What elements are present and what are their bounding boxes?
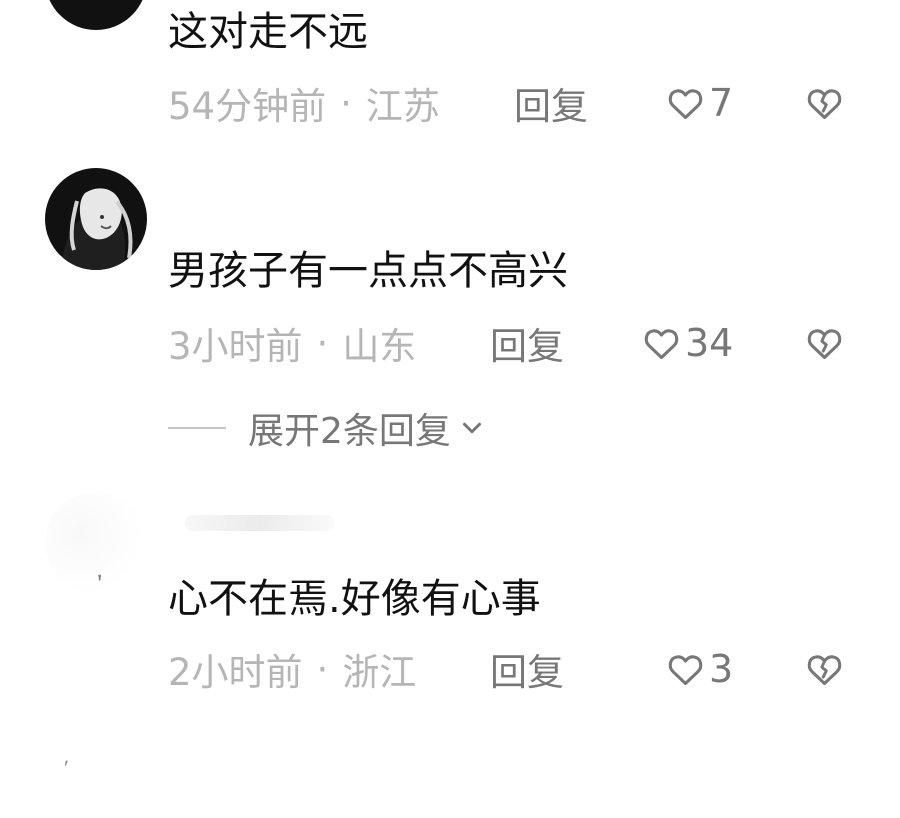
like-count: 34 bbox=[685, 321, 734, 365]
avatar[interactable] bbox=[45, 0, 147, 30]
username[interactable] bbox=[185, 515, 335, 531]
comment-location: 山东 bbox=[342, 325, 417, 368]
broken-heart-icon bbox=[805, 324, 844, 363]
comment-text: 这对走不远 bbox=[168, 9, 368, 55]
comment-location: 浙江 bbox=[342, 651, 417, 694]
comment-text: 心不在焉.好像有心事 bbox=[168, 576, 541, 622]
expand-replies-label: 展开2条回复 bbox=[248, 411, 451, 452]
reply-button[interactable]: 回复 bbox=[490, 645, 564, 694]
dislike-button[interactable] bbox=[805, 645, 844, 693]
heart-icon bbox=[642, 324, 681, 363]
dislike-button[interactable] bbox=[805, 79, 844, 127]
comment-meta: 54分钟前 · 江苏 bbox=[168, 79, 440, 129]
reply-button[interactable]: 回复 bbox=[490, 319, 564, 368]
heart-icon bbox=[666, 650, 705, 689]
meta-separator: · bbox=[340, 81, 352, 125]
expand-replies-button[interactable]: 展开2条回复 bbox=[168, 405, 487, 452]
chevron-down-icon bbox=[457, 413, 487, 443]
like-button[interactable]: 7 bbox=[666, 79, 733, 127]
broken-heart-icon bbox=[805, 84, 844, 123]
like-button[interactable]: 3 bbox=[666, 645, 733, 693]
avatar-mark: ′ bbox=[61, 755, 76, 785]
comment-time: 3小时前 bbox=[168, 325, 303, 368]
meta-separator: · bbox=[316, 321, 329, 365]
meta-separator: · bbox=[316, 647, 329, 691]
reply-button[interactable]: 回复 bbox=[514, 79, 588, 128]
like-count: 3 bbox=[709, 647, 734, 691]
comment-time: 54分钟前 bbox=[168, 85, 327, 128]
like-count: 7 bbox=[709, 81, 734, 125]
heart-icon bbox=[666, 84, 705, 123]
broken-heart-icon bbox=[805, 650, 844, 689]
comment-time: 2小时前 bbox=[168, 651, 303, 694]
comment-meta: 2小时前 · 浙江 bbox=[168, 645, 417, 695]
dislike-button[interactable] bbox=[805, 319, 844, 367]
comment-text: 男孩子有一点点不高兴 bbox=[168, 248, 568, 294]
avatar[interactable] bbox=[45, 168, 147, 270]
expand-divider bbox=[168, 427, 226, 429]
comment-location: 江苏 bbox=[365, 85, 440, 128]
like-button[interactable]: 34 bbox=[642, 319, 733, 367]
comment-meta: 3小时前 · 山东 bbox=[168, 319, 417, 369]
